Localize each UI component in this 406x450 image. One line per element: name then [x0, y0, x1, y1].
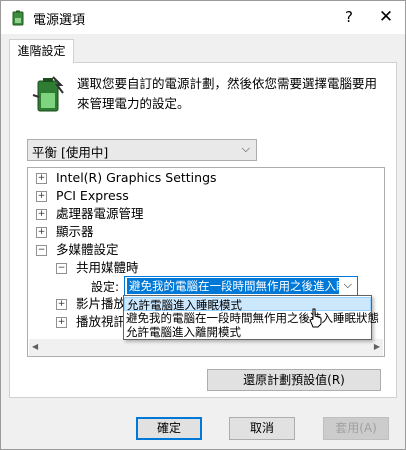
close-button[interactable]: ✕ — [369, 3, 403, 31]
expand-icon[interactable]: + — [56, 299, 67, 310]
scroll-left-icon[interactable]: ◀ — [32, 342, 38, 351]
tree-item-label: 處理器電源管理 — [56, 206, 144, 221]
setting-label: 設定: — [91, 280, 120, 294]
expand-icon[interactable]: + — [56, 317, 67, 328]
expand-icon[interactable]: + — [36, 173, 47, 184]
power-plan-select[interactable]: 平衡 [使用中] ⌵ — [27, 139, 257, 161]
power-options-window: 電源選項 ? ✕ 進階設定 選取您要自訂的電源計劃，然後依您需要選擇電腦要用來管… — [0, 0, 406, 450]
tree-item-label: Intel(R) Graphics Settings — [56, 170, 217, 185]
setting-dropdown-list[interactable]: 允許電腦進入睡眠模式 避免我的電腦在一段時間無作用之後進入睡眠狀態 允許電腦進入… — [123, 295, 379, 340]
collapse-icon[interactable]: − — [56, 263, 67, 274]
window-title: 電源選項 — [33, 13, 86, 28]
tree-item-label: PCI Express — [56, 188, 129, 203]
chevron-down-icon: ⌵ — [241, 142, 250, 155]
cancel-button[interactable]: 取消 — [229, 417, 295, 440]
tree-item-label: 影片播放 — [76, 296, 127, 311]
horizontal-scrollbar[interactable]: ◀ ▶ — [29, 339, 383, 356]
title-bar[interactable]: 電源選項 ? ✕ — [1, 1, 405, 34]
expand-icon[interactable]: + — [36, 227, 47, 238]
chevron-down-icon: ⌵ — [343, 278, 352, 291]
tree-item-intel-graphics[interactable]: + Intel(R) Graphics Settings — [36, 169, 217, 187]
tree-item-playing-video[interactable]: + 播放視訊 — [56, 313, 126, 331]
tree-item-pci-express[interactable]: + PCI Express — [36, 187, 129, 205]
tree-item-label: 顯示器 — [56, 224, 94, 239]
setting-select-value: 避免我的電腦在一段時間無作用之後進入睡眠 — [127, 278, 339, 294]
tab-advanced-settings[interactable]: 進階設定 — [9, 39, 74, 63]
expand-icon[interactable]: + — [36, 209, 47, 220]
apply-button[interactable]: 套用(A) — [323, 417, 389, 440]
dropdown-option-allow-sleep[interactable]: 允許電腦進入睡眠模式 — [124, 297, 371, 312]
plan-description: 選取您要自訂的電源計劃，然後依您需要選擇電腦要用來管理電力的設定。 — [77, 76, 378, 111]
help-button[interactable]: ? — [331, 3, 367, 31]
tree-item-label: 播放視訊 — [76, 314, 127, 329]
expand-icon[interactable]: + — [36, 191, 47, 202]
dropdown-option-prevent-sleep[interactable]: 避免我的電腦在一段時間無作用之後進入睡眠狀態 — [124, 311, 379, 325]
restore-defaults-button[interactable]: 還原計劃預設值(R) — [207, 369, 381, 391]
battery-icon — [31, 75, 67, 113]
power-plan-value: 平衡 [使用中] — [32, 145, 109, 160]
tree-item-processor-power[interactable]: + 處理器電源管理 — [36, 205, 144, 223]
ok-button[interactable]: 確定 — [136, 417, 202, 440]
setting-select[interactable]: 避免我的電腦在一段時間無作用之後進入睡眠 ⌵ — [124, 276, 358, 296]
tree-item-display[interactable]: + 顯示器 — [36, 223, 94, 241]
tree-item-video-playback[interactable]: + 影片播放 — [56, 295, 126, 313]
tree-item-multimedia[interactable]: − 多媒體設定 — [36, 241, 119, 259]
tree-item-sharing-media[interactable]: − 共用媒體時 — [56, 259, 139, 277]
mouse-cursor-icon — [309, 308, 323, 328]
scroll-right-icon[interactable]: ▶ — [374, 342, 380, 351]
tree-item-label: 共用媒體時 — [76, 260, 139, 275]
power-options-app-icon — [10, 10, 26, 26]
collapse-icon[interactable]: − — [36, 245, 47, 256]
dropdown-option-allow-away[interactable]: 允許電腦進入離開模式 — [124, 325, 371, 339]
tree-item-label: 多媒體設定 — [56, 242, 119, 257]
